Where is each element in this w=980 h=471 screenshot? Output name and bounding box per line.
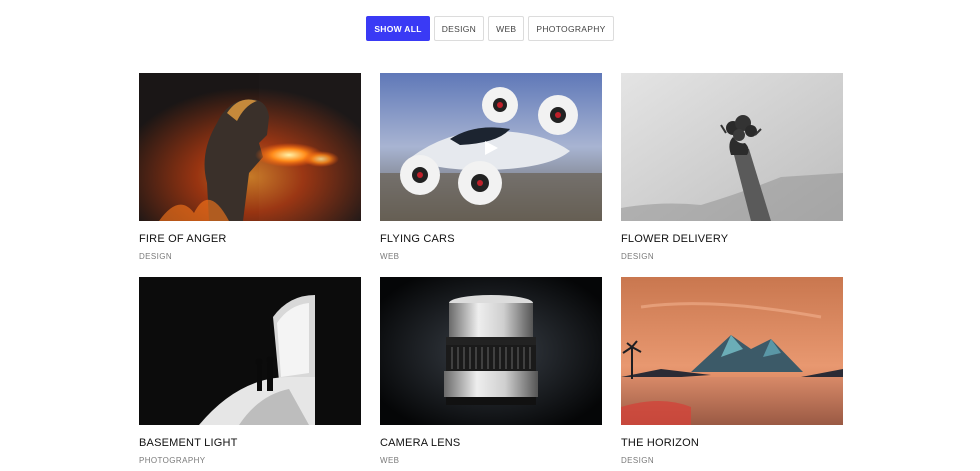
card-title[interactable]: FIRE OF ANGER (139, 233, 361, 245)
filter-show-all-button[interactable]: SHOW ALL (366, 16, 430, 41)
card-category: DESIGN (621, 252, 655, 261)
card-title[interactable]: FLYING CARS (380, 233, 602, 245)
portfolio-filter-bar: SHOW ALL DESIGN WEB PHOTOGRAPHY (0, 16, 980, 41)
filter-web-button[interactable]: WEB (488, 16, 525, 41)
flower-image (621, 73, 843, 221)
card-category: DESIGN (621, 456, 655, 465)
flying-car-image (380, 73, 602, 221)
portfolio-card[interactable]: FIRE OF ANGER DESIGN (139, 73, 361, 261)
filter-photography-button[interactable]: PHOTOGRAPHY (528, 16, 614, 41)
card-title[interactable]: CAMERA LENS (380, 437, 602, 449)
card-title[interactable]: THE HORIZON (621, 437, 843, 449)
thumbnail-fire-of-anger[interactable] (139, 73, 361, 221)
portfolio-card[interactable]: BASEMENT LIGHT PHOTOGRAPHY (139, 277, 361, 465)
thumbnail-basement-light[interactable] (139, 277, 361, 425)
thumbnail-flying-cars[interactable] (380, 73, 602, 221)
basement-light-image (139, 277, 361, 425)
thumbnail-camera-lens[interactable] (380, 277, 602, 425)
camera-lens-image (380, 277, 602, 425)
filter-design-button[interactable]: DESIGN (433, 16, 485, 41)
fire-image (139, 73, 361, 221)
card-category: WEB (380, 456, 400, 465)
horizon-image (621, 277, 843, 425)
portfolio-card[interactable]: FLYING CARS WEB (380, 73, 602, 261)
thumbnail-the-horizon[interactable] (621, 277, 843, 425)
card-title[interactable]: BASEMENT LIGHT (139, 437, 361, 449)
thumbnail-flower-delivery[interactable] (621, 73, 843, 221)
portfolio-card[interactable]: CAMERA LENS WEB (380, 277, 602, 465)
card-category: WEB (380, 252, 400, 261)
portfolio-card[interactable]: FLOWER DELIVERY DESIGN (621, 73, 843, 261)
card-title[interactable]: FLOWER DELIVERY (621, 233, 843, 245)
card-category: PHOTOGRAPHY (139, 456, 206, 465)
card-category: DESIGN (139, 252, 173, 261)
portfolio-card[interactable]: THE HORIZON DESIGN (621, 277, 843, 465)
